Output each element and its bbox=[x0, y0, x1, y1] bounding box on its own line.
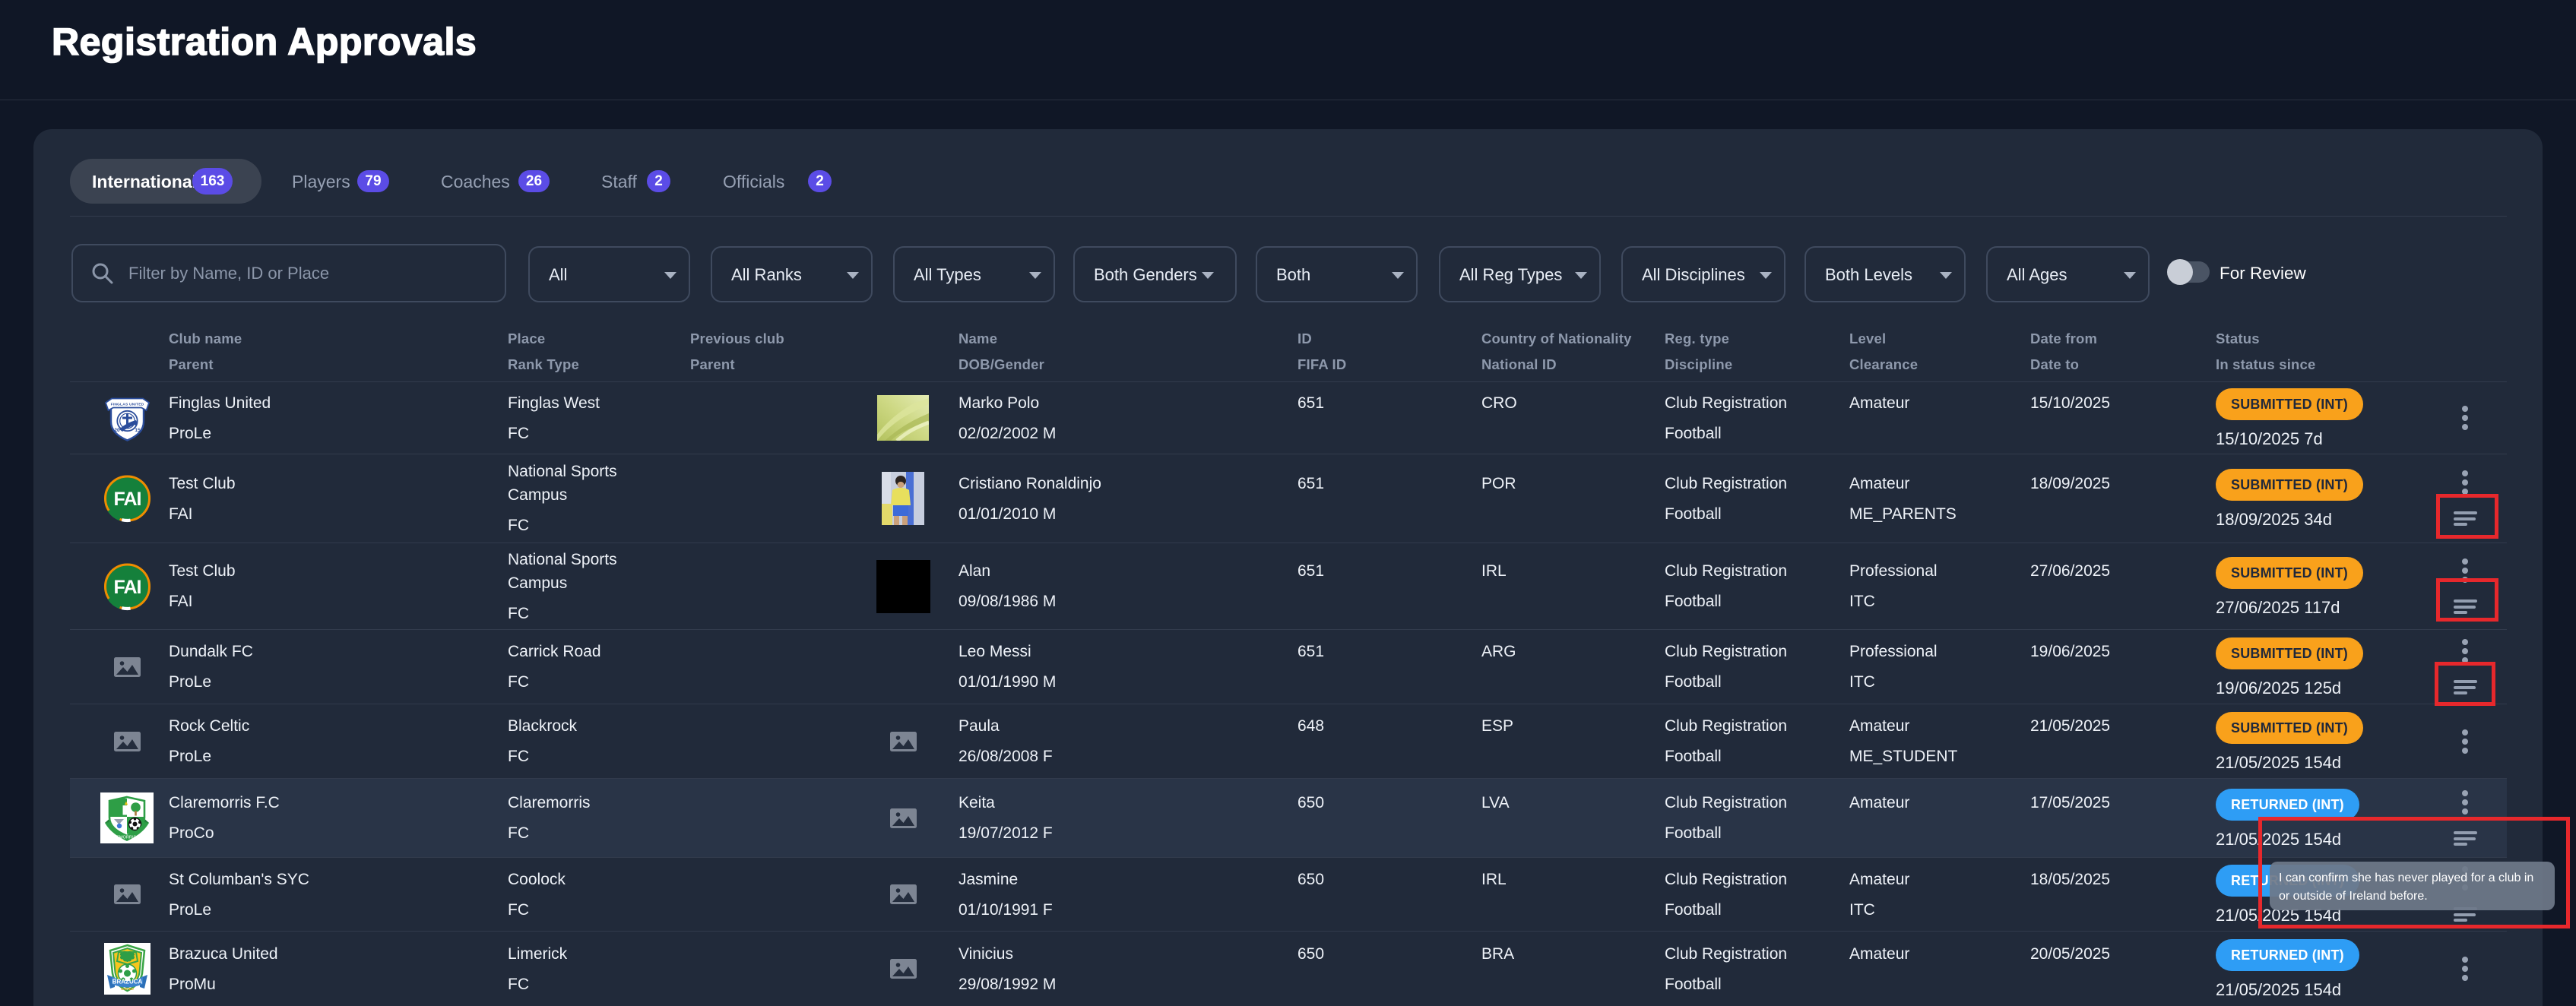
svg-text:BRAZUCA: BRAZUCA bbox=[112, 979, 142, 985]
svg-text:15: 15 bbox=[135, 428, 141, 433]
svg-text:FAI: FAI bbox=[113, 489, 141, 510]
svg-text:UNITED: UNITED bbox=[121, 987, 135, 991]
svg-text:FAI: FAI bbox=[113, 577, 141, 598]
svg-text:CLAREMORRIS A.F.C.: CLAREMORRIS A.F.C. bbox=[105, 836, 149, 840]
svg-text:20: 20 bbox=[114, 428, 120, 433]
svg-text:FINGLAS UNITED: FINGLAS UNITED bbox=[110, 402, 144, 407]
